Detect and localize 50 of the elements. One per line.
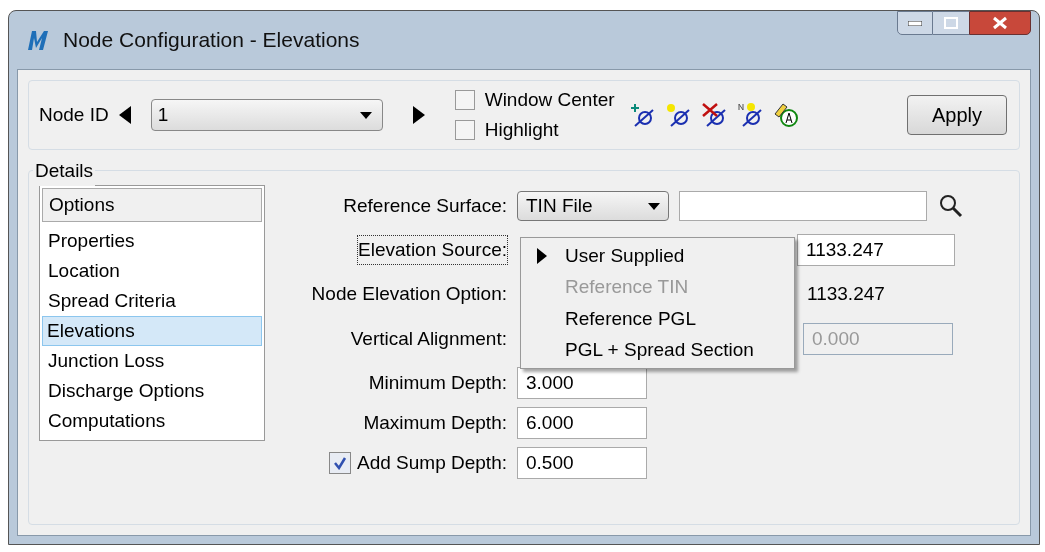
- previous-node-button[interactable]: [118, 106, 131, 124]
- node-id-dropdown[interactable]: 1: [150, 99, 383, 131]
- left-triangle-icon: [118, 106, 131, 124]
- reference-surface-dropdown[interactable]: TIN File: [517, 191, 669, 221]
- menu-item[interactable]: Reference PGL: [565, 304, 696, 333]
- minimum-depth-field[interactable]: 3.000: [517, 367, 647, 399]
- options-list-item[interactable]: Junction Loss: [42, 346, 262, 376]
- options-list-item[interactable]: Discharge Options: [42, 376, 262, 406]
- add-sump-depth-label: Add Sump Depth:: [357, 450, 507, 475]
- maximize-button[interactable]: [933, 11, 969, 35]
- edit-attribute-icon[interactable]: [772, 102, 801, 128]
- caret-icon: [359, 111, 372, 119]
- menu-item[interactable]: PGL + Spread Section: [565, 336, 754, 365]
- caret-icon: [648, 202, 660, 210]
- options-list-header: Options: [42, 188, 262, 222]
- minimum-depth-label: Minimum Depth:: [368, 370, 507, 395]
- surface-file-field[interactable]: [679, 191, 927, 221]
- next-node-button[interactable]: [412, 106, 425, 124]
- reference-surface-label: Reference Surface:: [343, 193, 507, 218]
- sump-depth-field[interactable]: 0.500: [517, 447, 647, 479]
- search-icon[interactable]: [939, 194, 963, 218]
- vertical-alignment-label: Vertical Alignment:: [350, 326, 507, 351]
- close-button[interactable]: [969, 11, 1031, 35]
- checkmark-icon: [333, 456, 347, 470]
- apply-button[interactable]: Apply: [907, 95, 1007, 135]
- menu-item[interactable]: User Supplied: [565, 241, 685, 270]
- maximize-icon: [944, 17, 958, 29]
- options-list-item[interactable]: Elevations: [42, 316, 262, 346]
- right-triangle-icon: [412, 106, 425, 124]
- highlight-label: Highlight: [484, 118, 559, 142]
- window-title: Node Configuration - Elevations: [63, 27, 360, 54]
- options-list-item[interactable]: Spread Criteria: [42, 286, 262, 316]
- checkbox[interactable]: [454, 120, 475, 141]
- node-elevation-option-label: Node Elevation Option:: [311, 281, 507, 306]
- node-id-label: Node ID: [39, 102, 109, 127]
- maximum-depth-label: Maximum Depth:: [363, 410, 507, 435]
- app-logo-icon: [25, 28, 51, 52]
- minimize-button[interactable]: [897, 11, 933, 35]
- options-list-item[interactable]: Computations: [42, 406, 262, 436]
- checkbox[interactable]: [329, 452, 351, 474]
- checkbox[interactable]: [454, 89, 475, 110]
- maximum-depth-field[interactable]: 6.000: [517, 407, 647, 439]
- minimize-icon: [908, 20, 922, 26]
- options-list-item[interactable]: Properties: [42, 226, 262, 256]
- window-center-label: Window Center: [484, 87, 615, 112]
- elevation-source-label: Elevation Source:: [358, 235, 507, 265]
- node-elevation-value: 1133.247: [807, 281, 885, 306]
- close-icon: [992, 16, 1008, 30]
- elevation-field[interactable]: 1133.247: [797, 234, 955, 266]
- options-list-item[interactable]: Location: [42, 256, 262, 286]
